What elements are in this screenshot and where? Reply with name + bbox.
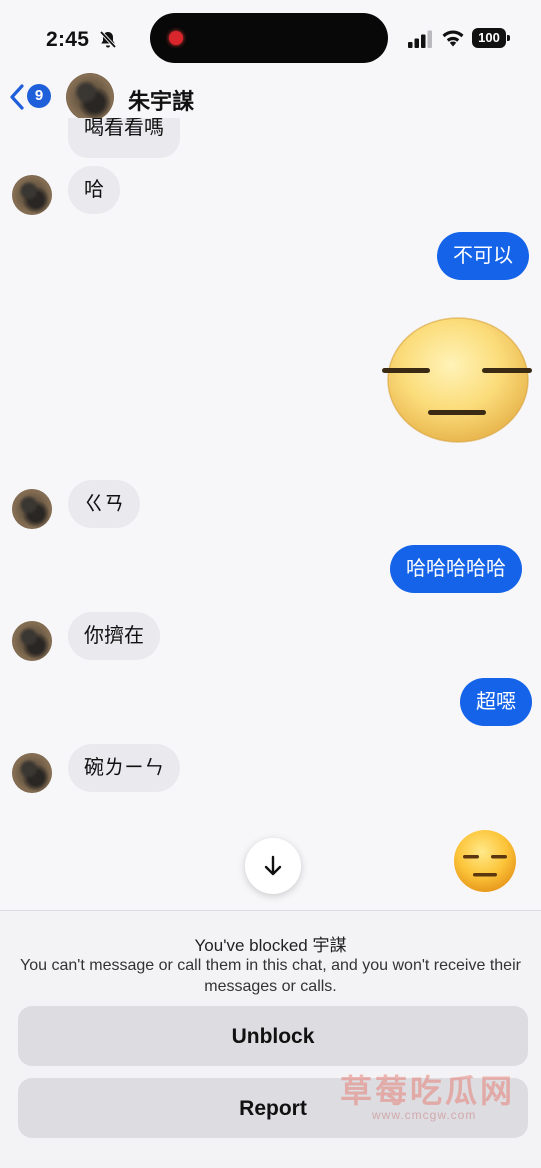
message-bubble-incoming[interactable]: 喝看看嗎 [68,118,180,158]
contact-avatar[interactable] [66,73,114,121]
dynamic-island [150,13,388,63]
signal-icon [408,30,432,48]
message-bubble-incoming[interactable]: 你擠在 [68,612,160,660]
message-bubble-outgoing[interactable]: 不可以 [437,232,529,280]
message-text: 喝看看嗎 [84,118,164,139]
sender-avatar[interactable] [12,753,52,793]
sender-avatar[interactable] [12,621,52,661]
watermark-url: www.cmcgw.com [372,1108,477,1122]
battery-icon: 100 [472,28,510,48]
recording-indicator [169,31,183,45]
status-time: 2:45 [46,28,90,51]
blocked-title: You've blocked 宇謀 [194,936,347,955]
unread-count-badge[interactable]: 9 [27,84,51,108]
sender-avatar[interactable] [12,175,52,215]
expressionless-face-icon[interactable] [382,314,532,444]
watermark-text: 草莓吃瓜网 [340,1072,516,1110]
chevron-left-icon[interactable] [8,84,26,110]
message-bubble-incoming[interactable]: 哈 [68,166,120,214]
message-bubble-outgoing[interactable]: 哈哈哈哈哈 [390,545,522,593]
scroll-to-bottom-button[interactable] [245,838,301,894]
expressionless-face-icon[interactable] [451,829,519,893]
arrow-down-icon [264,855,282,876]
status-bar: 2:45 100 [0,0,541,78]
contact-name[interactable]: 朱宇謀 [128,84,194,116]
message-bubble-incoming[interactable]: ㄍㄢ [68,480,140,528]
unblock-button[interactable]: Unblock [18,1006,528,1066]
blocked-description: You can't message or call them in this c… [20,957,521,995]
wifi-icon [442,30,464,47]
message-bubble-outgoing[interactable]: 超噁 [460,678,532,726]
message-bubble-incoming[interactable]: 碗ㄌㄧㄣ [68,744,180,792]
bell-slash-icon [99,30,117,49]
sender-avatar[interactable] [12,489,52,529]
